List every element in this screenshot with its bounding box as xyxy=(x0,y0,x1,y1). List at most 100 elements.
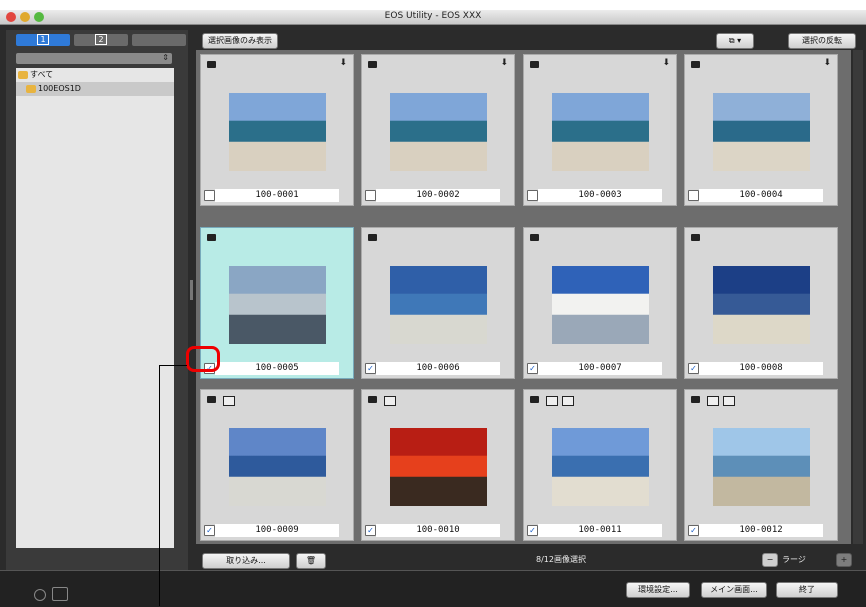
preferences-button[interactable]: 環境設定... xyxy=(626,582,690,598)
thumbnail-image[interactable] xyxy=(552,266,649,344)
stack-icon xyxy=(530,61,539,68)
thumbnail-card[interactable]: 100-0011 ✓ xyxy=(523,389,677,541)
thumbnail-checkbox[interactable]: ✓ xyxy=(365,363,376,374)
stack-icon xyxy=(368,61,377,68)
thumbnail-filename: 100-0003 xyxy=(538,189,662,202)
tab-2[interactable]: 2 xyxy=(74,34,128,46)
invert-selection-button[interactable]: 選択の反転 xyxy=(788,33,856,49)
zoom-out-icon[interactable]: − xyxy=(762,553,778,567)
raw-icon xyxy=(368,396,377,403)
thumbnail-image[interactable] xyxy=(713,428,810,506)
thumbnail-checkbox[interactable]: ✓ xyxy=(204,525,215,536)
thumbnail-checkbox[interactable]: ✓ xyxy=(527,363,538,374)
quit-button[interactable]: 終了 xyxy=(776,582,838,598)
thumbnail-filename: 100-0004 xyxy=(699,189,823,202)
thumbnail-image[interactable] xyxy=(713,93,810,171)
tree-item-label: 100EOS1D xyxy=(38,84,81,93)
thumbnail-checkbox[interactable] xyxy=(527,190,538,201)
title-bar: EOS Utility - EOS XXX xyxy=(0,10,866,25)
raw-icon xyxy=(530,234,539,241)
thumbnail-filename: 100-0007 xyxy=(538,362,662,375)
callout-line xyxy=(159,365,160,606)
folder-icon xyxy=(26,85,36,93)
tree-item-100eos1d[interactable]: 100EOS1D xyxy=(16,82,174,96)
download-icon: ⬇ xyxy=(500,58,508,68)
thumbnail-filename: 100-0009 xyxy=(215,524,339,537)
thumbnail-image[interactable] xyxy=(229,93,326,171)
thumbnail-grid: ⬇ 100-0001 ⬇ 100-0002 ⬇ 100-0003 ⬇ 100-0004 100-… xyxy=(196,50,851,544)
sidebar: 1 2 ⇕ すべて 100EOS1D xyxy=(6,30,188,570)
thumbnail-card[interactable]: 100-0008 ✓ xyxy=(684,227,838,379)
stack-icon xyxy=(691,61,700,68)
thumbnail-image[interactable] xyxy=(229,428,326,506)
thumbnail-filename: 100-0011 xyxy=(538,524,662,537)
tab-3[interactable] xyxy=(132,34,186,46)
selection-status: 8/12画像選択 xyxy=(536,555,586,564)
thumbnail-card[interactable]: 100-0007 ✓ xyxy=(523,227,677,379)
tree-item-all[interactable]: すべて xyxy=(16,68,174,82)
thumbnail-checkbox[interactable]: ✓ xyxy=(527,525,538,536)
main-window-button[interactable]: メイン画面... xyxy=(701,582,767,598)
thumbnail-image[interactable] xyxy=(713,266,810,344)
thumbnail-card[interactable]: 100-0005 ✓ xyxy=(200,227,354,379)
thumbnail-filename: 100-0012 xyxy=(699,524,823,537)
sidebar-tabs: 1 2 xyxy=(16,34,186,46)
thumbnail-filename: 100-0005 xyxy=(215,362,339,375)
sort-dropdown-button[interactable]: ⧉ ▾ xyxy=(716,33,754,49)
scrollbar[interactable] xyxy=(853,50,863,544)
thumbnail-checkbox[interactable]: ✓ xyxy=(688,525,699,536)
thumbnail-image[interactable] xyxy=(390,93,487,171)
thumbnail-checkbox[interactable] xyxy=(204,190,215,201)
show-selected-only-button[interactable]: 選択画像のみ表示 xyxy=(202,33,278,49)
chevron-updown-icon: ⇕ xyxy=(162,53,169,62)
tab-1[interactable]: 1 xyxy=(16,34,70,46)
thumbnail-checkbox[interactable]: ✓ xyxy=(688,363,699,374)
protect-icon xyxy=(223,396,235,406)
protect-icon xyxy=(546,396,558,406)
protect-icon xyxy=(384,396,396,406)
thumbnail-card[interactable]: ⬇ 100-0002 xyxy=(361,54,515,206)
window-title: EOS Utility - EOS XXX xyxy=(384,11,482,21)
thumbnail-filename: 100-0008 xyxy=(699,362,823,375)
thumbnail-card[interactable]: 100-0009 ✓ xyxy=(200,389,354,541)
thumbnail-checkbox[interactable]: ✓ xyxy=(365,525,376,536)
thumbnail-image[interactable] xyxy=(229,266,326,344)
checkbox-highlight xyxy=(186,346,220,372)
trash-button[interactable]: 🗑 xyxy=(296,553,326,569)
thumbnail-checkbox[interactable] xyxy=(365,190,376,201)
audio-icon xyxy=(723,396,735,406)
folder-icon xyxy=(18,71,28,79)
raw-icon xyxy=(207,396,216,403)
thumbnail-card[interactable]: 100-0012 ✓ xyxy=(684,389,838,541)
thumbnail-image[interactable] xyxy=(390,266,487,344)
bottom-bar: 取り込み... 🗑 8/12画像選択 − ラージ + xyxy=(196,550,862,570)
thumbnail-card[interactable]: ⬇ 100-0001 xyxy=(200,54,354,206)
raw-icon xyxy=(368,234,377,241)
pane-splitter[interactable] xyxy=(190,280,193,300)
thumbnail-filename: 100-0001 xyxy=(215,189,339,202)
tree-item-label: すべて xyxy=(30,70,54,79)
folder-tree: すべて 100EOS1D xyxy=(16,68,174,548)
thumbnail-card[interactable]: ⬇ 100-0004 xyxy=(684,54,838,206)
thumbnail-image[interactable] xyxy=(552,93,649,171)
thumbnail-card[interactable]: ⬇ 100-0003 xyxy=(523,54,677,206)
thumbnail-card[interactable]: 100-0010 ✓ xyxy=(361,389,515,541)
import-button[interactable]: 取り込み... xyxy=(202,553,290,569)
stack-icon xyxy=(207,61,216,68)
thumbnail-image[interactable] xyxy=(390,428,487,506)
top-toolbar: 選択画像のみ表示 ⧉ ▾ 選択の反転 xyxy=(196,32,862,49)
trash-icon: 🗑 xyxy=(305,556,317,565)
thumbnail-card[interactable]: 100-0006 ✓ xyxy=(361,227,515,379)
camera-connect-icon xyxy=(52,587,68,601)
thumbnail-checkbox[interactable] xyxy=(688,190,699,201)
stack-icon: ⧉ ▾ xyxy=(728,36,742,45)
thumbnail-image[interactable] xyxy=(552,428,649,506)
folder-dropdown[interactable]: ⇕ xyxy=(16,53,172,64)
app-window: EOS Utility - EOS XXX 1 2 ⇕ すべて 100EOS1D… xyxy=(0,10,866,607)
camera-status-icon xyxy=(34,589,46,601)
thumbnail-filename: 100-0006 xyxy=(376,362,500,375)
zoom-in-icon[interactable]: + xyxy=(836,553,852,567)
protect-icon xyxy=(707,396,719,406)
download-icon: ⬇ xyxy=(823,58,831,68)
download-icon: ⬇ xyxy=(339,58,347,68)
